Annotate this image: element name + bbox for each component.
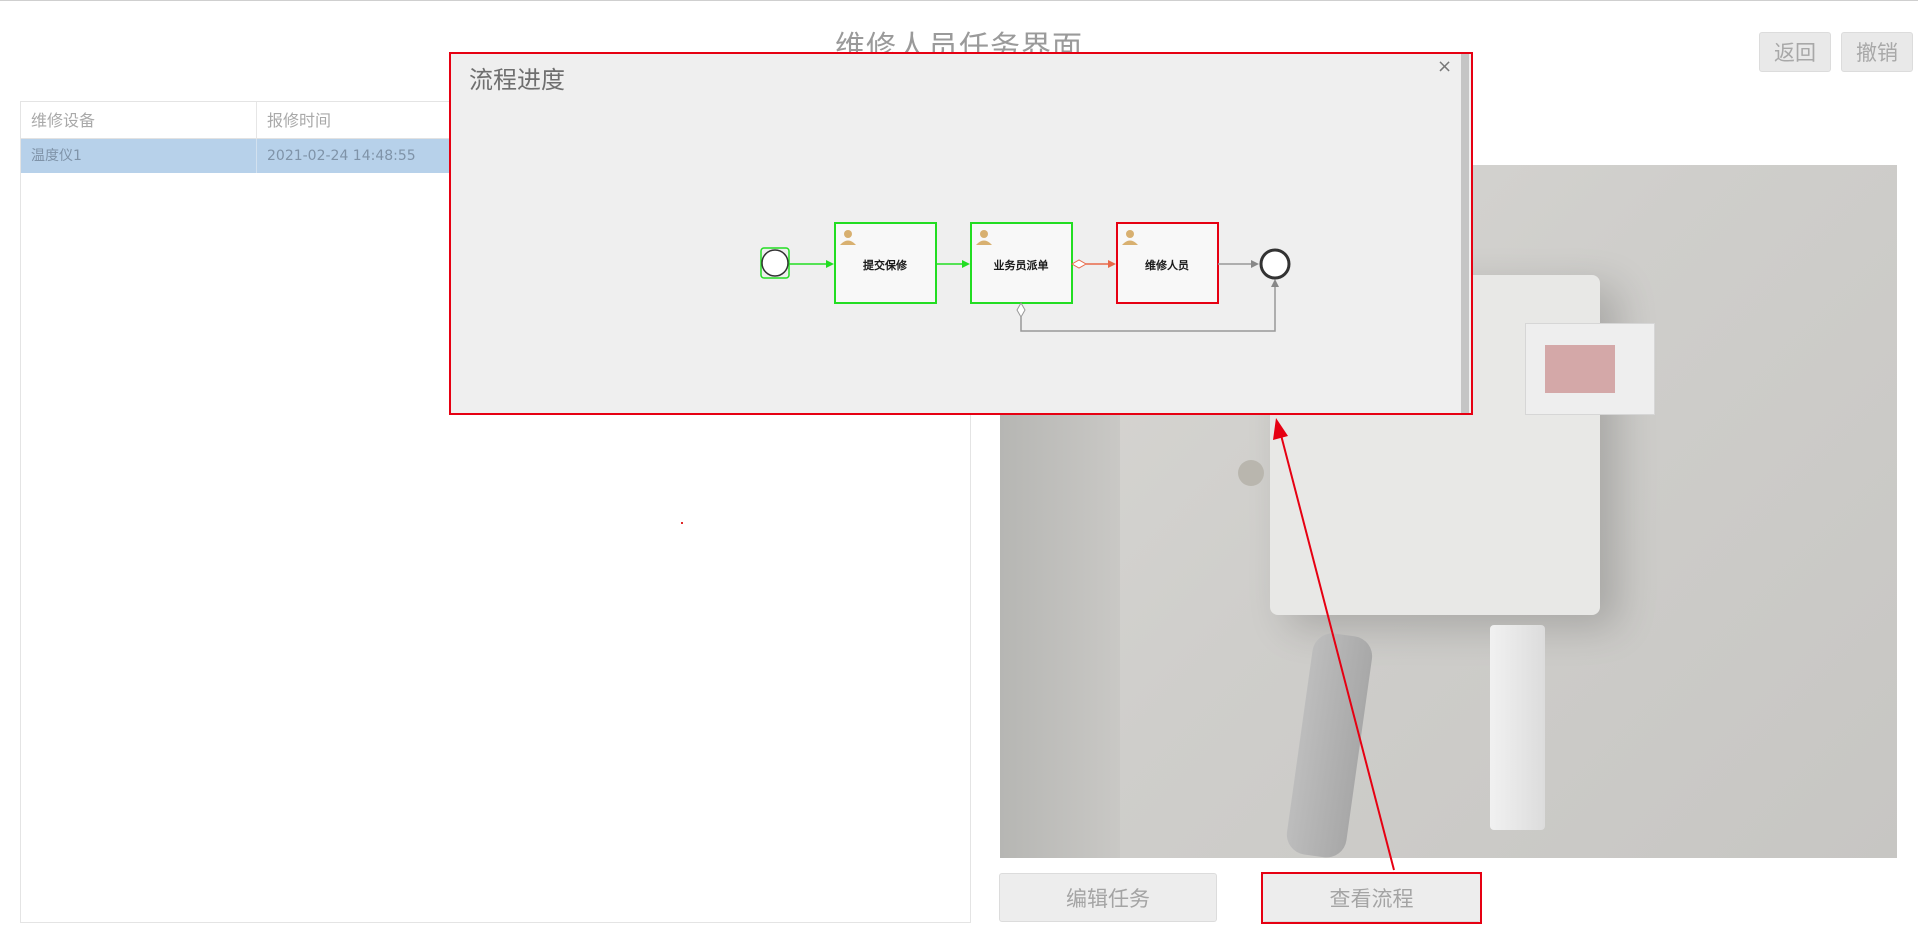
- app-window: 维修人员任务界面 返回 撤销 维修设备 报修时间 温度仪1 2021-02-24…: [0, 0, 1918, 934]
- end-event-icon: [1259, 248, 1291, 280]
- flow-node-repairer: 维修人员: [1116, 222, 1219, 304]
- flow-progress-dialog: 流程进度 × 提交保修 业务员派单 维修人员: [449, 52, 1473, 415]
- dialog-scrollbar[interactable]: [1461, 54, 1469, 413]
- flow-node-label: 维修人员: [1145, 258, 1189, 272]
- start-event-icon: [760, 247, 790, 279]
- flow-node-label: 业务员派单: [994, 258, 1049, 272]
- flow-node-submit: 提交保修: [834, 222, 937, 304]
- flow-node-dispatch: 业务员派单: [970, 222, 1073, 304]
- flow-node-label: 提交保修: [863, 258, 908, 272]
- bpmn-diagram: 提交保修 业务员派单 维修人员: [760, 222, 1291, 332]
